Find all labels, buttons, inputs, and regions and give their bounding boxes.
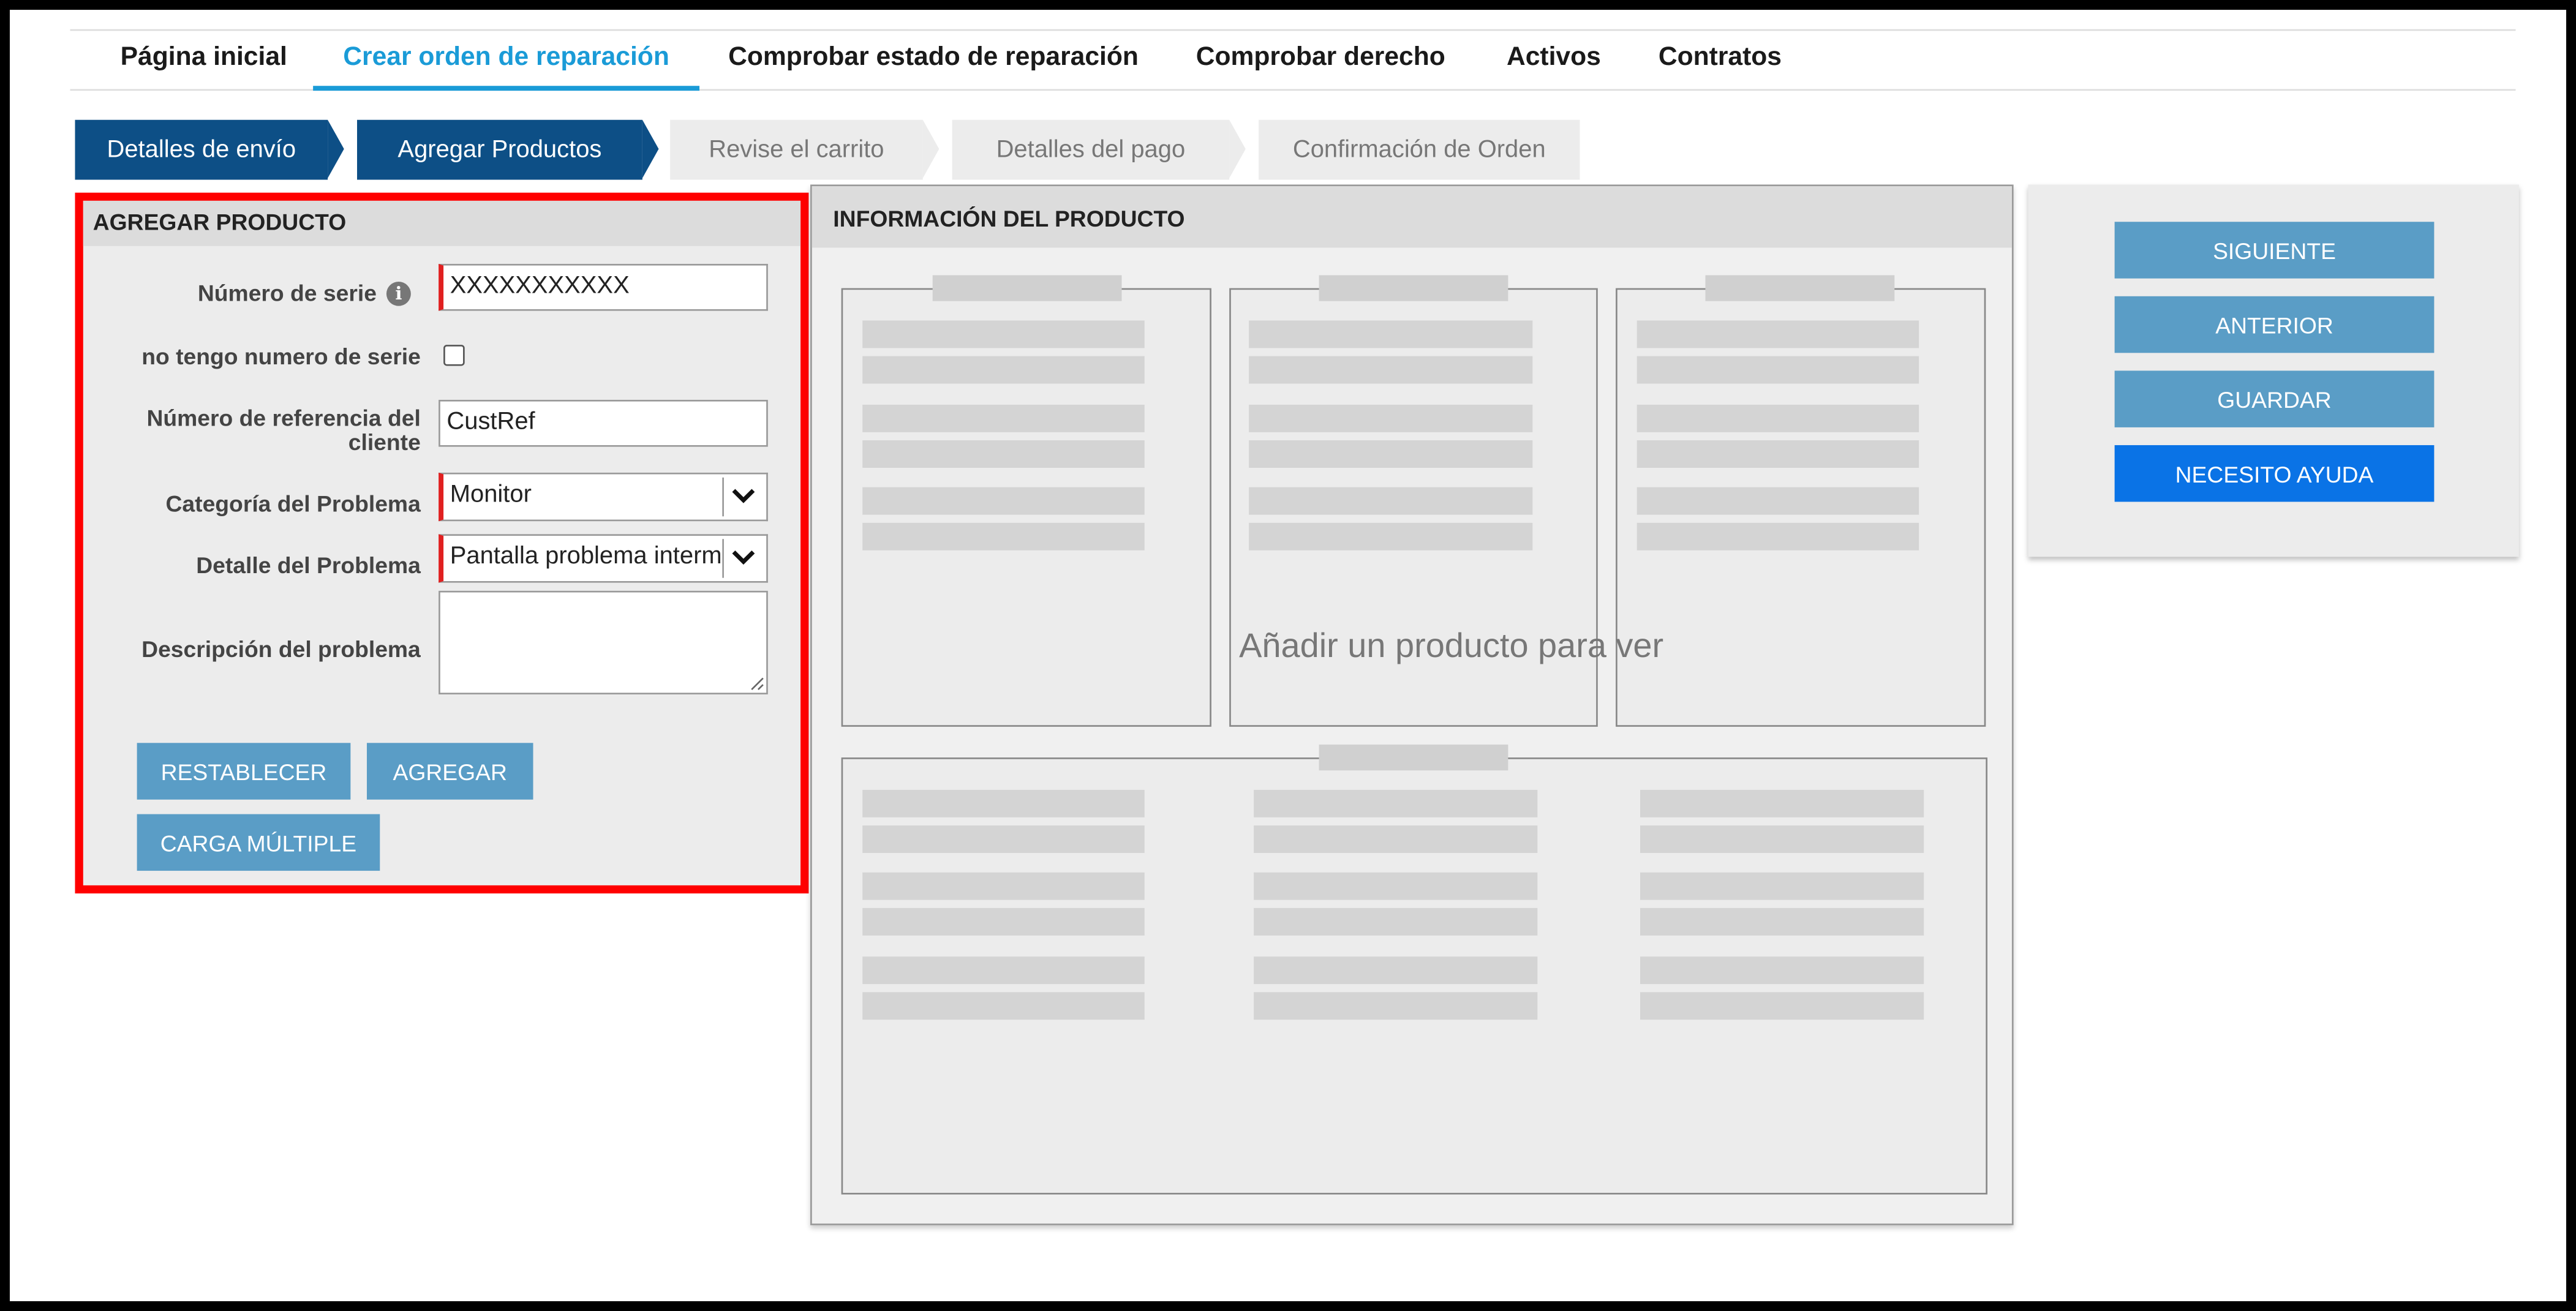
placeholder-line [1254, 992, 1538, 1020]
reset-button[interactable]: RESTABLECER [137, 743, 351, 800]
problem-category-select[interactable]: Monitor [439, 472, 768, 522]
no-serial-checkbox[interactable] [443, 345, 465, 366]
serial-number-field[interactable]: XXXXXXXXXXX [439, 263, 768, 311]
step-arrow [922, 119, 940, 178]
placeholder-line [1249, 440, 1533, 468]
placeholder-line [1636, 356, 1919, 384]
placeholder-line [1249, 487, 1533, 515]
empty-state-message: Añadir un producto para ver [1239, 628, 1664, 666]
product-info-title: INFORMACIÓN DEL PRODUCTO [812, 186, 2012, 248]
nav-item-home[interactable]: Página inicial [89, 31, 318, 86]
problem-description-textarea[interactable] [439, 590, 768, 694]
chevron-down-icon[interactable] [722, 477, 763, 517]
customer-ref-label-line2: cliente [348, 429, 421, 455]
save-button[interactable]: GUARDAR [2114, 370, 2435, 427]
placeholder-line [862, 825, 1145, 854]
add-product-title: AGREGAR PRODUCTO [83, 200, 801, 246]
nav-item-check-repair-status[interactable]: Comprobar estado de reparación [709, 31, 1158, 86]
placeholder-card-tab [1319, 744, 1508, 771]
placeholder-line [1640, 789, 1924, 817]
placeholder-line [1640, 956, 1924, 985]
placeholder-card-tab [1319, 275, 1508, 301]
problem-description-label: Descripción del problema [141, 636, 421, 663]
step-review-cart: Revise el carrito [670, 119, 923, 180]
placeholder-line [862, 522, 1145, 550]
placeholder-line [1249, 522, 1533, 550]
placeholder-line [1249, 320, 1533, 348]
problem-category-label: Categoría del Problema [165, 490, 421, 517]
step-payment-details: Detalles del pago [952, 119, 1230, 180]
placeholder-line [1640, 872, 1924, 900]
placeholder-line [862, 872, 1145, 900]
actions-panel: SIGUIENTE ANTERIOR GUARDAR NECESITO AYUD… [2028, 184, 2519, 557]
placeholder-line [1254, 789, 1538, 817]
placeholder-line [1636, 522, 1919, 550]
placeholder-line [1636, 404, 1919, 432]
problem-detail-select[interactable]: Pantalla problema interm [439, 534, 768, 583]
placeholder-line [1254, 956, 1538, 985]
step-arrow [328, 119, 344, 178]
placeholder-line [1249, 356, 1533, 384]
product-info-panel: INFORMACIÓN DEL PRODUCTO [810, 184, 2014, 1225]
previous-button[interactable]: ANTERIOR [2114, 296, 2435, 353]
info-icon[interactable]: i [386, 282, 411, 306]
resize-handle-icon[interactable] [748, 675, 765, 691]
placeholder-line [862, 992, 1145, 1020]
nav-item-assets[interactable]: Activos [1482, 31, 1625, 86]
customer-ref-label-line1: Número de referencia del [146, 404, 421, 431]
placeholder-line [862, 487, 1145, 515]
bulk-upload-button[interactable]: CARGA MÚLTIPLE [137, 814, 380, 871]
step-shipping-details: Detalles de envío [75, 119, 328, 180]
placeholder-line [862, 789, 1145, 817]
placeholder-line [1254, 907, 1538, 936]
need-help-button[interactable]: NECESITO AYUDA [2114, 445, 2435, 502]
customer-ref-label: Número de referencia del cliente [99, 404, 421, 455]
placeholder-line [1249, 404, 1533, 432]
serial-number-label: Número de serie [197, 280, 377, 306]
customer-ref-field[interactable]: CustRef [439, 399, 768, 447]
placeholder-line [862, 356, 1145, 384]
placeholder-line [862, 404, 1145, 432]
step-arrow [1229, 119, 1246, 178]
add-product-panel: AGREGAR PRODUCTO Número de serie i XXXXX… [75, 192, 809, 894]
placeholder-line [1640, 825, 1924, 854]
no-serial-label: no tengo numero de serie [141, 343, 421, 369]
step-arrow [642, 119, 659, 178]
placeholder-line [862, 956, 1145, 985]
step-order-confirmation: Confirmación de Orden [1259, 119, 1580, 180]
nav-item-contracts[interactable]: Contratos [1638, 31, 1801, 86]
placeholder-line [1254, 825, 1538, 854]
step-add-products: Agregar Productos [357, 119, 642, 180]
placeholder-card-tab [932, 275, 1122, 301]
placeholder-line [1254, 872, 1538, 900]
placeholder-line [862, 320, 1145, 348]
placeholder-line [862, 440, 1145, 468]
problem-category-value: Monitor [450, 481, 532, 509]
placeholder-line [862, 907, 1145, 936]
placeholder-line [1640, 907, 1924, 936]
placeholder-line [1636, 487, 1919, 515]
page: Página inicial Crear orden de reparación… [10, 10, 2566, 1301]
placeholder-card-tab [1705, 275, 1895, 301]
problem-detail-label: Detalle del Problema [196, 552, 421, 578]
add-button[interactable]: AGREGAR [366, 743, 533, 800]
placeholder-line [1636, 440, 1919, 468]
main-nav: Página inicial Crear orden de reparación… [70, 31, 2516, 91]
screenshot-frame: Página inicial Crear orden de reparación… [10, 10, 2566, 1301]
next-button[interactable]: SIGUIENTE [2114, 222, 2435, 279]
placeholder-line [1636, 320, 1919, 348]
chevron-down-icon[interactable] [722, 539, 763, 578]
problem-detail-value: Pantalla problema interm [450, 542, 722, 570]
nav-item-create-repair-order[interactable]: Crear orden de reparación [313, 31, 700, 91]
nav-item-check-entitlement[interactable]: Comprobar derecho [1182, 31, 1459, 86]
placeholder-line [1640, 992, 1924, 1020]
